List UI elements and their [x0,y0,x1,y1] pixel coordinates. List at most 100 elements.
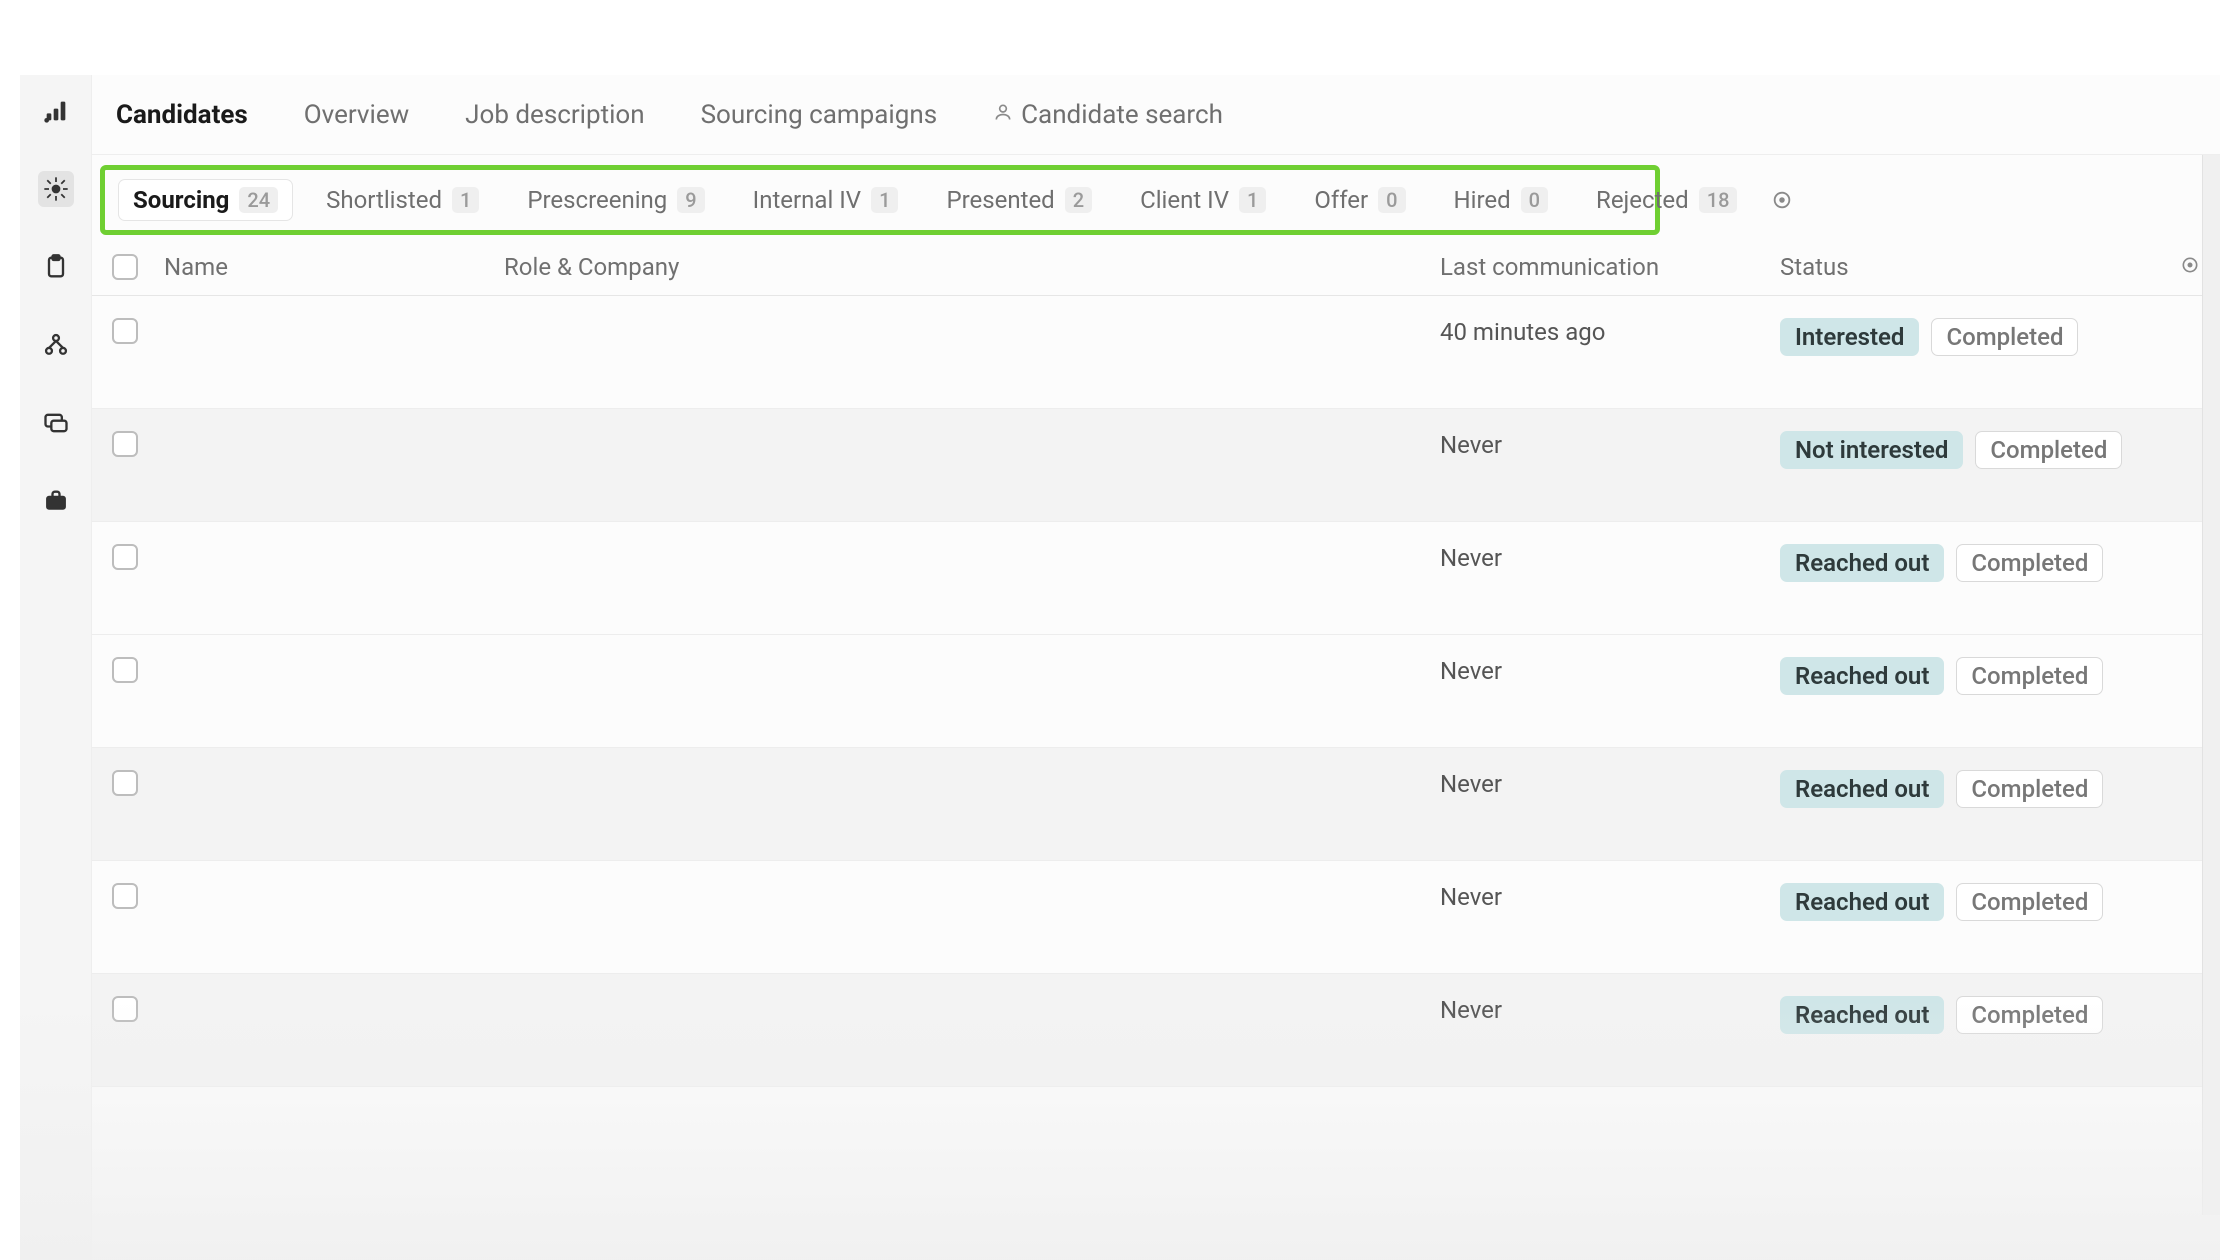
table-row[interactable]: NeverNot interested Completed [92,409,2220,522]
stage-client-iv[interactable]: Client IV 1 [1126,180,1280,220]
status-badge-primary[interactable]: Not interested [1780,431,1963,469]
status-badge-primary[interactable]: Interested [1780,318,1919,356]
stage-label: Hired [1454,186,1511,214]
row-checkbox[interactable] [112,431,138,457]
stage-label: Offer [1314,186,1368,214]
tab-label: Job description [465,100,644,130]
stage-offer[interactable]: Offer 0 [1300,180,1419,220]
tab-label: Candidate search [1021,100,1223,130]
stage-hired[interactable]: Hired 0 [1440,180,1563,220]
cell-status: Reached out Completed [1780,544,2200,582]
stage-shortlisted[interactable]: Shortlisted 1 [312,180,493,220]
cell-last-communication: Never [1440,770,1780,798]
row-checkbox[interactable] [112,318,138,344]
status-badge-primary[interactable]: Reached out [1780,657,1944,695]
stage-label: Sourcing [133,186,229,214]
stage-count: 0 [1521,187,1548,213]
status-badge-secondary[interactable]: Completed [1956,657,2103,695]
cell-last-communication: 40 minutes ago [1440,318,1780,346]
row-checkbox[interactable] [112,544,138,570]
status-badge-primary[interactable]: Reached out [1780,544,1944,582]
row-checkbox[interactable] [112,770,138,796]
cell-status: Reached out Completed [1780,883,2200,921]
row-checkbox[interactable] [112,996,138,1022]
logo-icon[interactable] [38,93,74,129]
cell-last-communication: Never [1440,996,1780,1024]
main: Candidates Overview Job description Sour… [92,75,2220,1260]
stage-label: Shortlisted [326,186,442,214]
stage-label: Internal IV [753,186,861,214]
th-role[interactable]: Role & Company [504,253,1440,281]
table-row[interactable]: NeverReached out Completed [92,522,2220,635]
table-header: Name Role & Company Last communication S… [92,239,2220,296]
top-tabs: Candidates Overview Job description Sour… [92,75,2220,155]
stage-count: 1 [452,187,479,213]
status-badge-secondary[interactable]: Completed [1956,770,2103,808]
cell-last-communication: Never [1440,431,1780,459]
status-badge-primary[interactable]: Reached out [1780,996,1944,1034]
table-row[interactable]: NeverReached out Completed [92,635,2220,748]
stage-label: Rejected [1596,186,1689,214]
stage-label: Presented [946,186,1054,214]
cell-status: Reached out Completed [1780,996,2200,1034]
stage-count: 24 [239,187,278,213]
stage-presented[interactable]: Presented 2 [932,180,1106,220]
stage-internal-iv[interactable]: Internal IV 1 [739,180,913,220]
briefcase-icon[interactable] [38,483,74,519]
stage-sourcing[interactable]: Sourcing 24 [119,180,292,220]
cell-status: Not interested Completed [1780,431,2200,469]
table-row[interactable]: NeverReached out Completed [92,748,2220,861]
table-row[interactable]: 40 minutes agoInterested Completed [92,296,2220,409]
stage-rejected[interactable]: Rejected 18 [1582,180,1751,220]
th-name[interactable]: Name [164,253,504,281]
clipboard-icon[interactable] [38,249,74,285]
stage-count: 1 [1239,187,1266,213]
messages-icon[interactable] [38,405,74,441]
stage-prescreening[interactable]: Prescreening 9 [513,180,718,220]
row-checkbox[interactable] [112,883,138,909]
status-badge-secondary[interactable]: Completed [1931,318,2078,356]
status-badge-primary[interactable]: Reached out [1780,883,1944,921]
cell-status: Reached out Completed [1780,770,2200,808]
stage-count: 9 [677,187,704,213]
status-badge-secondary[interactable]: Completed [1956,883,2103,921]
tab-job-description[interactable]: Job description [465,100,644,130]
select-all-checkbox[interactable] [112,254,138,280]
status-badge-secondary[interactable]: Completed [1956,544,2103,582]
cell-last-communication: Never [1440,657,1780,685]
app-root: Candidates Overview Job description Sour… [20,75,2220,1260]
stage-label: Client IV [1140,186,1229,214]
scrollbar-track[interactable] [2202,155,2220,1215]
table-row[interactable]: NeverReached outCompleted [92,861,2220,974]
stage-bar: Sourcing 24 Shortlisted 1 Prescreening 9… [100,165,1660,235]
org-icon[interactable] [38,327,74,363]
status-badge-secondary[interactable]: Completed [1956,996,2103,1034]
tab-label: Sourcing campaigns [701,100,938,130]
column-settings-icon[interactable] [2180,253,2200,281]
status-badge-secondary[interactable]: Completed [1975,431,2122,469]
stage-count: 0 [1378,187,1405,213]
tab-candidates[interactable]: Candidates [116,100,248,130]
cell-last-communication: Never [1440,544,1780,572]
stage-settings-icon[interactable] [1771,189,1793,211]
cell-status: Interested Completed [1780,318,2200,356]
table-body: 40 minutes agoInterestedCompletedNeverNo… [92,296,2220,1087]
stage-label: Prescreening [527,186,667,214]
table-row[interactable]: NeverReached out Completed [92,974,2220,1087]
tab-overview[interactable]: Overview [304,100,409,130]
tab-label: Candidates [116,100,248,130]
tab-sourcing-campaigns[interactable]: Sourcing campaigns [701,100,938,130]
stage-count: 2 [1065,187,1092,213]
burst-icon[interactable] [38,171,74,207]
th-last[interactable]: Last communication [1440,253,1780,281]
stage-count: 18 [1699,187,1738,213]
row-checkbox[interactable] [112,657,138,683]
tab-candidate-search[interactable]: Candidate search [993,100,1223,130]
sidebar [20,75,92,1260]
cell-status: Reached out Completed [1780,657,2200,695]
tab-label: Overview [304,100,409,130]
status-badge-primary[interactable]: Reached out [1780,770,1944,808]
stage-count: 1 [871,187,898,213]
stage-bar-wrap: Sourcing 24 Shortlisted 1 Prescreening 9… [92,155,2220,239]
th-status[interactable]: Status [1780,253,1849,281]
